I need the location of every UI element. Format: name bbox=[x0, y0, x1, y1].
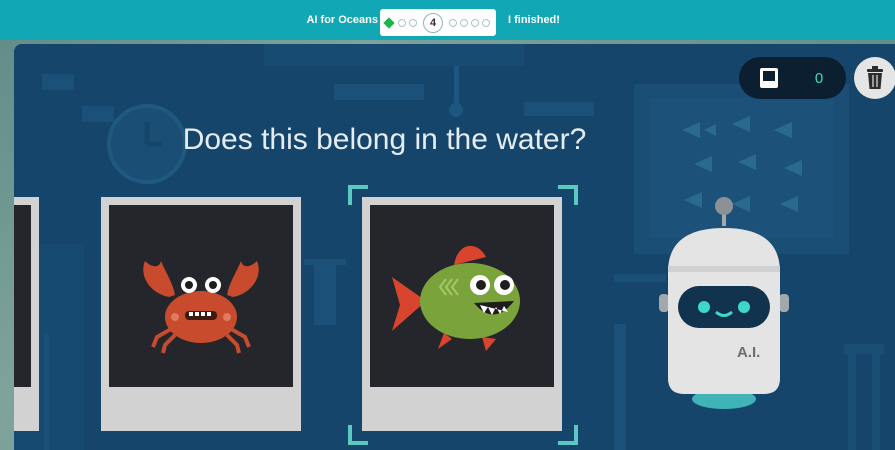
top-header-bar: AI for Oceans 4 I finished! bbox=[0, 0, 895, 40]
level-dot[interactable] bbox=[409, 18, 417, 27]
level-dot[interactable] bbox=[398, 18, 406, 27]
trash-button[interactable] bbox=[854, 57, 895, 99]
counter-value: 0 bbox=[814, 70, 824, 87]
level-dot[interactable] bbox=[482, 18, 490, 27]
robot-icon bbox=[659, 197, 789, 409]
level-current-step[interactable]: 4 bbox=[423, 12, 443, 33]
crab-card bbox=[101, 197, 301, 431]
level-dot[interactable] bbox=[460, 18, 468, 27]
card-photo bbox=[109, 205, 293, 387]
crab-icon bbox=[143, 261, 259, 354]
trash-icon bbox=[867, 66, 883, 89]
question-prompt: Does this belong in the water? bbox=[182, 123, 587, 156]
finish-link[interactable]: I finished! bbox=[508, 14, 560, 26]
course-title: AI for Oceans bbox=[306, 14, 378, 26]
selection-bracket bbox=[348, 185, 578, 445]
previous-card bbox=[14, 197, 39, 431]
level-dot-completed[interactable] bbox=[383, 16, 395, 29]
level-dot[interactable] bbox=[471, 18, 479, 27]
collected-counter: 0 bbox=[739, 57, 846, 99]
card-photo bbox=[14, 205, 31, 387]
robot-badge: A.I. bbox=[737, 344, 761, 361]
level-dot[interactable] bbox=[449, 18, 457, 27]
game-stage: 0 Does this belong in the water? A.I. bbox=[14, 44, 895, 450]
card-icon bbox=[760, 68, 778, 88]
level-progress: 4 bbox=[380, 9, 496, 36]
